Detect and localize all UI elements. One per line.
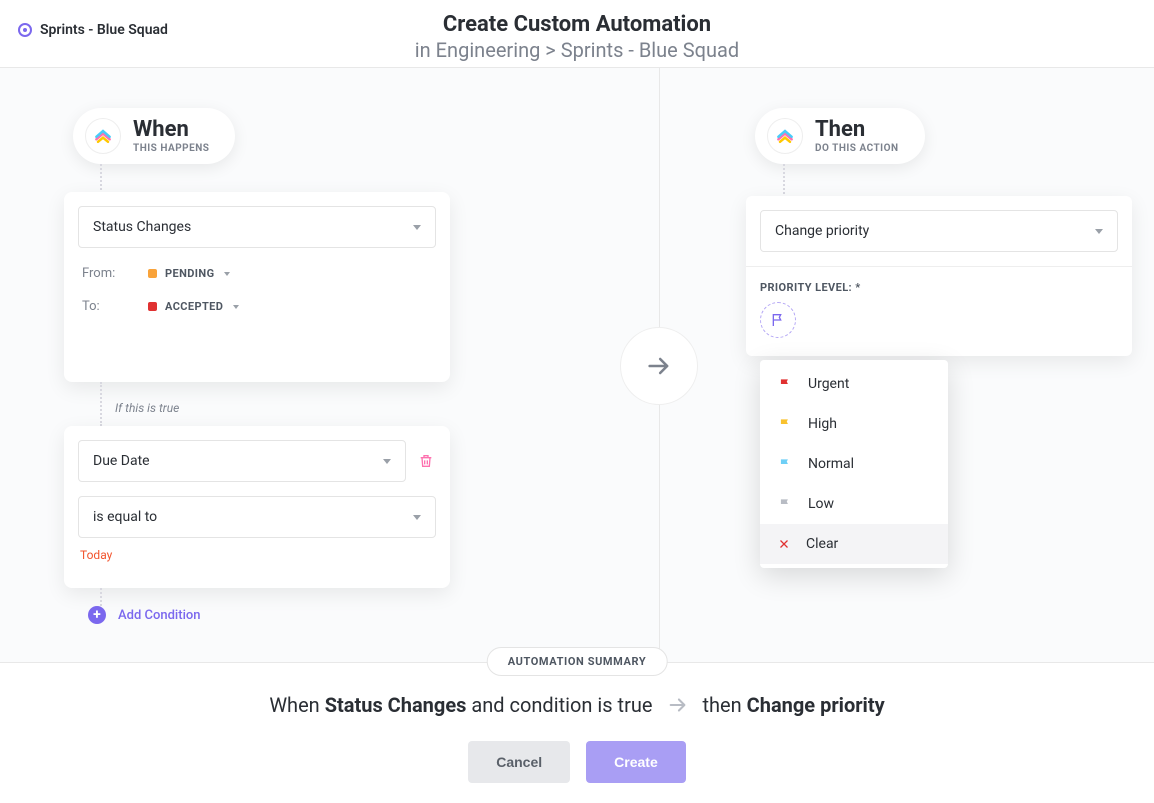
from-label: From: [82,266,126,281]
location-target-icon [18,23,32,37]
priority-option-clear[interactable]: Clear [760,524,948,564]
automation-canvas: When THIS HAPPENS Status Changes From: P… [0,68,1154,663]
priority-option-high[interactable]: High [760,404,948,444]
priority-clear-label: Clear [806,536,838,552]
clickup-logo-svg [93,126,113,146]
then-header-pill: Then DO THIS ACTION [755,108,925,164]
condition-value-link[interactable]: Today [78,548,112,562]
chevron-down-icon [413,515,421,520]
condition-intro-label: If this is true [115,401,179,415]
page-subtitle: in Engineering > Sprints - Blue Squad [20,38,1134,62]
action-select[interactable]: Change priority [760,210,1118,252]
clickup-logo-svg [775,126,795,146]
when-subtitle: THIS HAPPENS [133,143,209,154]
flag-icon [778,377,792,391]
to-status-text: ACCEPTED [165,300,223,313]
priority-option-label: Normal [808,456,854,472]
trigger-select-value: Status Changes [93,219,191,235]
connector-dots [100,164,102,194]
priority-option-label: High [808,416,837,432]
priority-option-low[interactable]: Low [760,484,948,524]
priority-dropdown-menu: Urgent High Normal Low Clear [760,360,948,568]
chevron-down-icon [233,305,239,309]
add-condition-label: Add Condition [118,608,201,623]
when-header-pill: When THIS HAPPENS [73,108,235,164]
clickup-logo-icon [85,118,121,154]
then-subtitle: DO THIS ACTION [815,143,899,154]
divider [746,266,1132,267]
condition-card: Due Date is equal to Today [64,426,450,588]
chevron-down-icon [1095,229,1103,234]
cancel-button[interactable]: Cancel [468,741,570,783]
flow-arrow-circle [620,327,698,405]
flag-icon [778,417,792,431]
then-title: Then [815,119,899,141]
priority-option-normal[interactable]: Normal [760,444,948,484]
condition-operator-value: is equal to [93,509,157,525]
automation-summary-badge: AUTOMATION SUMMARY [487,647,668,676]
action-select-value: Change priority [775,223,869,239]
location-text: Sprints - Blue Squad [40,22,168,38]
header-bar: Sprints - Blue Squad Create Custom Autom… [0,0,1154,68]
when-title: When [133,119,209,141]
condition-field-select[interactable]: Due Date [78,440,406,482]
flag-icon [778,497,792,511]
priority-picker-button[interactable] [760,302,796,338]
flag-icon [778,457,792,471]
chevron-down-icon [224,272,230,276]
clickup-logo-icon [767,118,803,154]
trigger-select[interactable]: Status Changes [78,206,436,248]
from-status-chip[interactable]: PENDING [148,267,230,280]
to-status-chip[interactable]: ACCEPTED [148,300,239,313]
plus-circle-icon: + [88,606,106,624]
status-color-swatch [148,269,157,278]
location-breadcrumb[interactable]: Sprints - Blue Squad [18,22,168,38]
arrow-right-icon [645,352,673,380]
priority-option-urgent[interactable]: Urgent [760,364,948,404]
trigger-card: Status Changes From: PENDING To: ACCEPTE… [64,192,450,382]
connector-dots [100,382,102,426]
trash-icon [418,453,434,469]
from-status-text: PENDING [165,267,214,280]
arrow-right-icon [667,694,689,716]
page-title: Create Custom Automation [20,12,1134,38]
add-condition-button[interactable]: + Add Condition [88,606,201,624]
footer: AUTOMATION SUMMARY When Status Changes a… [0,663,1154,803]
condition-operator-select[interactable]: is equal to [78,496,436,538]
action-card: Change priority PRIORITY LEVEL: * [746,196,1132,356]
flag-icon [770,312,786,328]
create-button[interactable]: Create [586,741,686,783]
priority-option-label: Urgent [808,376,849,392]
priority-option-label: Low [808,496,834,512]
connector-dots [783,164,785,198]
chevron-down-icon [383,459,391,464]
condition-field-value: Due Date [93,453,150,469]
chevron-down-icon [413,225,421,230]
status-color-swatch [148,302,157,311]
delete-condition-button[interactable] [416,451,436,471]
to-label: To: [82,299,126,314]
priority-level-label: PRIORITY LEVEL: * [760,281,1118,294]
close-icon [778,538,790,550]
